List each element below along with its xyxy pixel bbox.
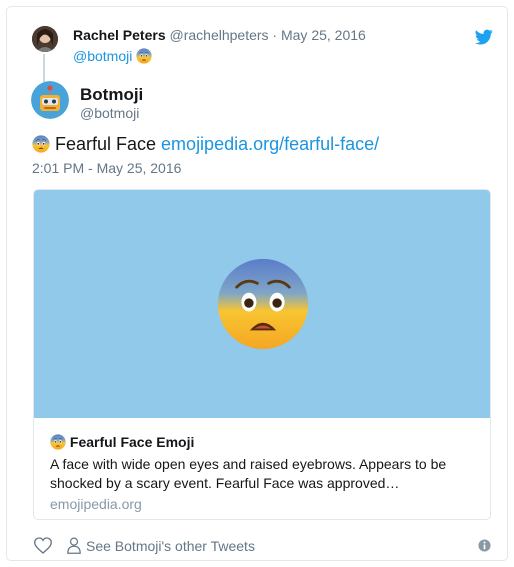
fearful-face-emoji-icon bbox=[32, 135, 50, 153]
person-icon[interactable] bbox=[66, 537, 82, 554]
twitter-bird-icon[interactable] bbox=[475, 29, 493, 45]
tweet-embed-card: Rachel Peters @rachelhpeters · May 25, 2… bbox=[6, 6, 508, 561]
link-preview-description: A face with wide open eyes and raised ey… bbox=[50, 456, 447, 491]
reply-author-meta[interactable]: @rachelhpeters · May 25, 2016 bbox=[166, 27, 365, 43]
author-handle[interactable]: @botmoji bbox=[80, 105, 139, 121]
tweet-text: Fearful Face emojipedia.org/fearful-face… bbox=[32, 134, 379, 155]
link-preview-card[interactable]: Fearful Face Emoji A face with wide open… bbox=[33, 189, 491, 520]
author-name[interactable]: Botmoji bbox=[80, 85, 143, 105]
fearful-face-emoji-icon bbox=[136, 48, 152, 64]
tweet-body: Fearful Face bbox=[50, 134, 162, 154]
reply-author-avatar[interactable] bbox=[32, 26, 58, 52]
fearful-face-emoji-icon bbox=[50, 434, 66, 450]
heart-icon[interactable] bbox=[34, 537, 52, 554]
link-preview-title[interactable]: Fearful Face Emoji bbox=[50, 434, 194, 450]
reply-text: @botmoji bbox=[73, 48, 152, 64]
reply-header: Rachel Peters @rachelhpeters · May 25, 2… bbox=[73, 27, 366, 43]
tweet-timestamp[interactable]: 2:01 PM - May 25, 2016 bbox=[32, 160, 181, 176]
author-avatar[interactable] bbox=[31, 81, 69, 119]
tweet-link[interactable]: emojipedia.org/fearful-face/ bbox=[161, 134, 379, 154]
reply-author-name[interactable]: Rachel Peters bbox=[73, 27, 166, 43]
other-tweets-link[interactable]: See Botmoji's other Tweets bbox=[86, 538, 255, 554]
info-icon[interactable] bbox=[478, 539, 491, 552]
link-title-text: Fearful Face Emoji bbox=[66, 434, 195, 450]
thread-connector bbox=[43, 54, 45, 82]
fearful-face-emoji-large bbox=[216, 257, 310, 351]
link-preview-image[interactable] bbox=[34, 190, 490, 418]
link-preview-domain: emojipedia.org bbox=[50, 496, 142, 512]
reply-mention[interactable]: @botmoji bbox=[73, 48, 136, 64]
